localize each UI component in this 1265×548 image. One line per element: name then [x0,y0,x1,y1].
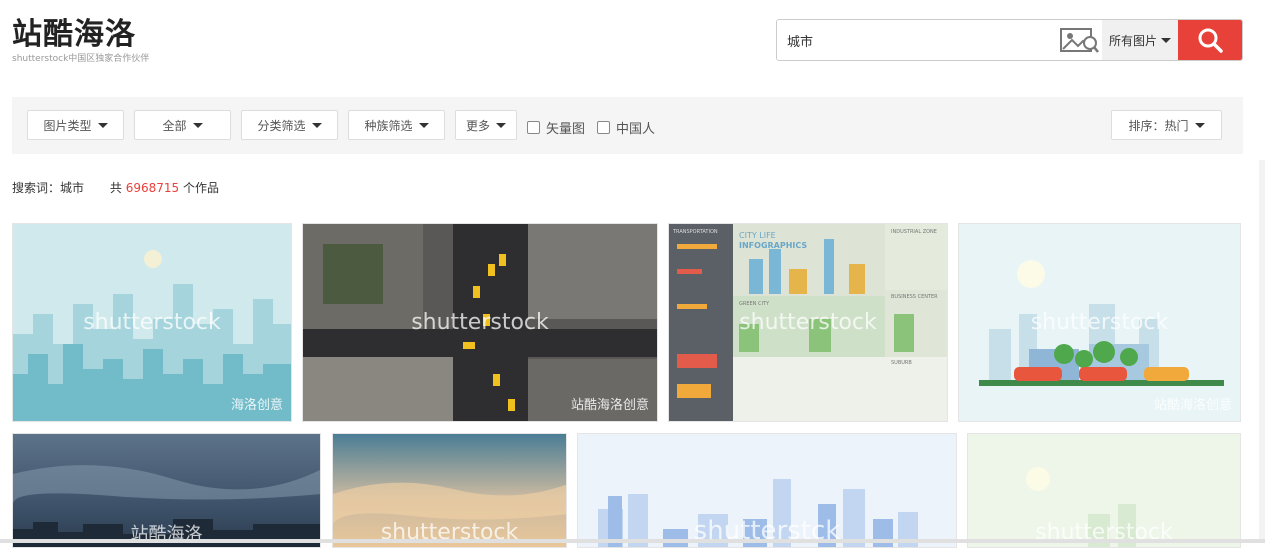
horizontal-scrollbar[interactable] [0,539,1265,543]
search-scope-label: 所有图片 [1108,33,1157,48]
watermark: shutterstock [1030,310,1169,335]
watermark: shutterstock [83,310,221,335]
result-image[interactable]: shutterstck [577,433,957,548]
watermark: shutterstock [411,310,549,335]
site-logo[interactable]: 站酷海洛 shutterstock中国区独家合作伙伴 [12,17,150,65]
count-prefix: 共 [109,181,122,195]
logo-subtitle: shutterstock中国区独家合作伙伴 [12,54,150,64]
filter-more[interactable]: 更多 [455,110,517,140]
checkbox-vector[interactable]: 矢量图 [527,118,585,137]
result-summary: 搜索词：城市 共 6968715 个作品 [12,179,219,196]
infographic-label: BUSINESS CENTER [891,294,938,300]
scrollbar[interactable] [1259,160,1265,540]
result-image[interactable]: shutterstock 海洛创意 [12,223,292,422]
checkbox-box[interactable] [597,121,610,134]
chevron-down-icon [97,122,108,128]
infographic-subtitle: INFOGRAPHICS [739,241,807,250]
search-scope-dropdown[interactable]: 所有图片 [1102,20,1178,60]
result-image[interactable]: shutterstock 站酷海洛创意 [302,223,658,422]
search-button[interactable] [1178,20,1242,60]
filter-label: 更多 [465,118,490,133]
filter-label: 全部 [162,118,187,133]
search-bar: 所有图片 [776,19,1243,61]
search-keyword: 搜索词：城市 [12,181,85,195]
result-image[interactable]: shutterstock 站酷海洛创意 [958,223,1241,422]
result-image[interactable]: CITY LIFE INFOGRAPHICS TRANSPORTATION IN… [668,223,948,422]
filter-label: 分类筛选 [257,118,306,133]
count-suffix: 个作品 [182,181,219,195]
filter-ethnicity[interactable]: 种族筛选 [348,110,445,140]
filter-label: 种族筛选 [364,118,413,133]
result-image[interactable]: shutterstock [967,433,1241,548]
image-search-button[interactable] [1058,20,1102,60]
checkbox-chinese[interactable]: 中国人 [597,118,655,137]
result-image[interactable]: 站酷海洛 [12,433,321,548]
filter-all[interactable]: 全部 [134,110,231,140]
sort-label: 排序：热门 [1128,118,1189,133]
watermark: shutterstock [739,310,877,335]
logo-title: 站酷海洛 [12,17,136,52]
sort-dropdown[interactable]: 排序：热门 [1111,110,1222,140]
corner-watermark: 站酷海洛创意 [570,398,649,413]
chevron-down-icon [496,122,506,128]
filter-category[interactable]: 分类筛选 [241,110,338,140]
filter-label: 图片类型 [43,118,92,133]
checkbox-label: 中国人 [616,122,656,137]
corner-watermark: 海洛创意 [230,398,283,413]
infographic-label: TRANSPORTATION [672,229,718,235]
chevron-down-icon [1161,37,1171,43]
infographic-title: CITY LIFE [739,231,776,240]
infographic-label: SUBURB [891,360,912,366]
chevron-down-icon [1194,122,1205,128]
chevron-down-icon [192,122,203,128]
checkbox-box[interactable] [527,121,540,134]
checkbox-label: 矢量图 [546,122,586,137]
result-image[interactable]: shutterstock [332,433,567,548]
filter-image-type[interactable]: 图片类型 [27,110,124,140]
image-search-icon [1060,28,1099,53]
magnifier-icon [1198,28,1223,53]
chevron-down-icon [418,122,429,128]
corner-watermark: 站酷海洛创意 [1153,398,1232,413]
infographic-label: INDUSTRIAL ZONE [891,229,937,235]
filter-bar: 图片类型 全部 分类筛选 种族筛选 更多 矢量图 中国人 排序：热门 [12,97,1243,154]
search-input[interactable] [777,20,1058,60]
result-count: 6968715 [125,181,180,195]
infographic-label: GREEN CITY [739,301,770,307]
chevron-down-icon [311,122,322,128]
